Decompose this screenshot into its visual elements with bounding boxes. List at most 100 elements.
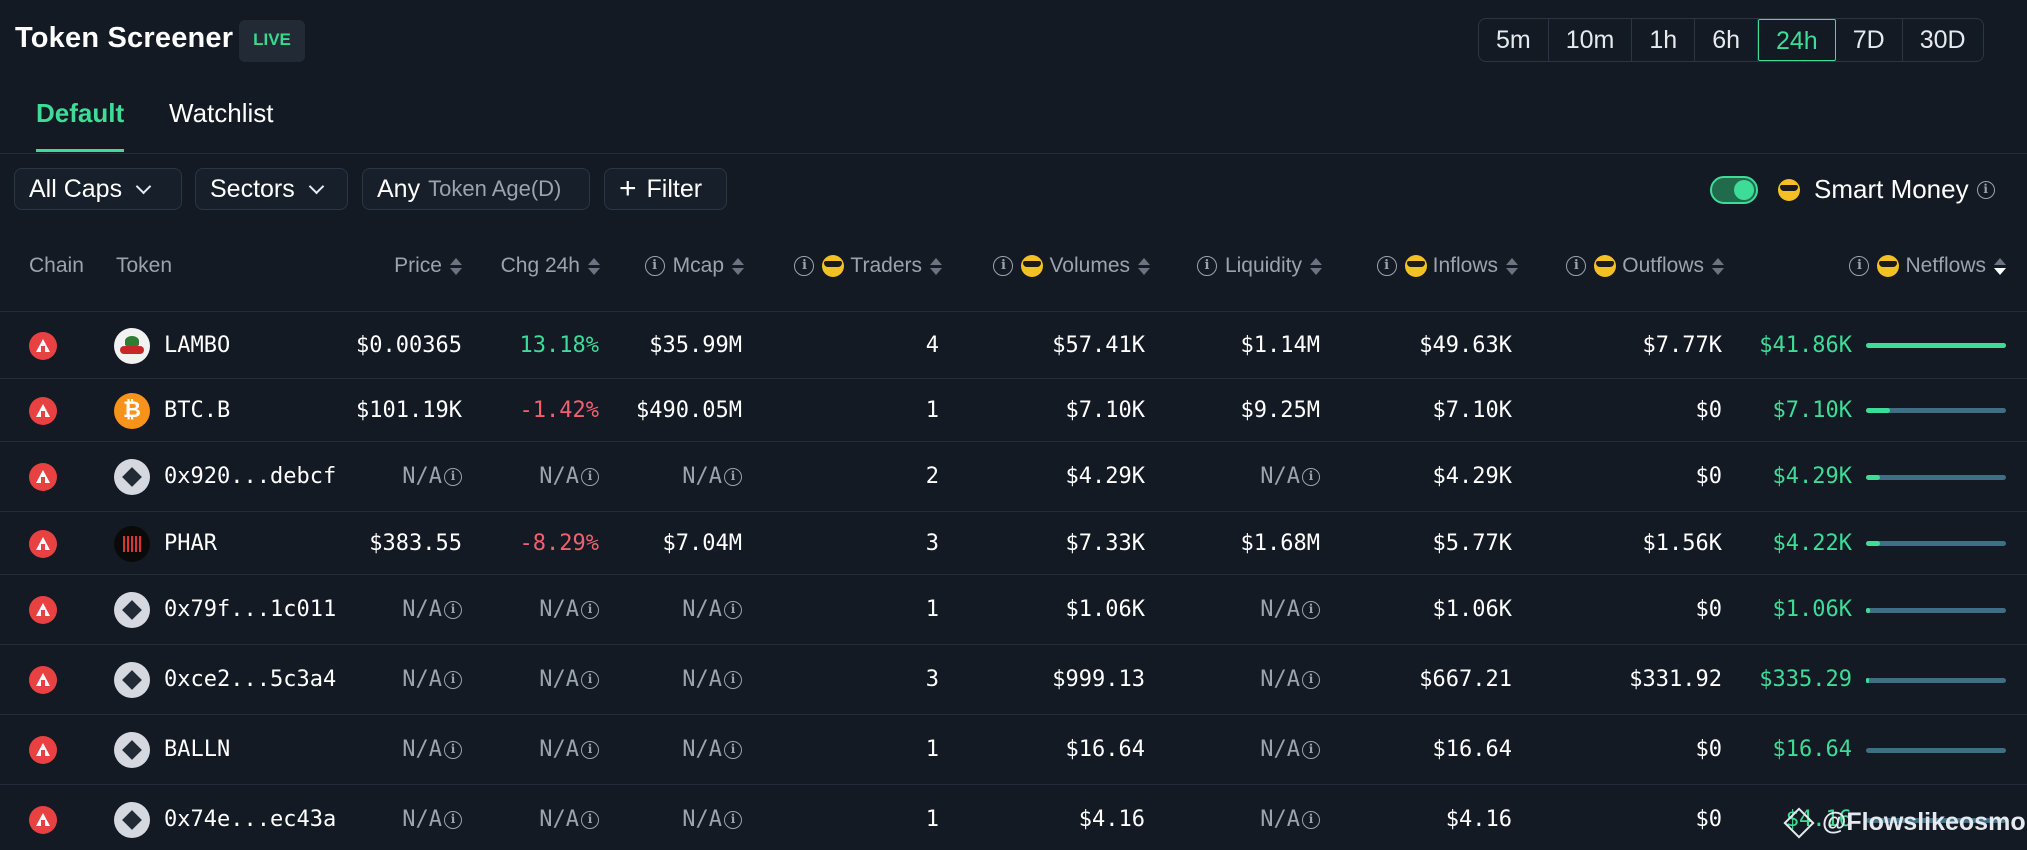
- table-row[interactable]: 0x74e...ec43a N/A i N/A i N/A i 1 $4.16 N/A i $4.16…: [0, 785, 2027, 850]
- generic-token-icon: [114, 802, 150, 838]
- col-header-volumes[interactable]: i Volumes: [970, 254, 1150, 278]
- cell-mcap: $7.04M: [610, 512, 742, 575]
- watermark-text: @Flowslikeosmo: [1822, 808, 2026, 836]
- token-name[interactable]: LAMBO: [164, 312, 230, 379]
- table-row[interactable]: 0x79f...1c011 N/A i N/A i N/A i 1 $1.06K N/A i $1.0…: [0, 575, 2027, 645]
- col-header-outflows[interactable]: i Outflows: [1540, 254, 1724, 278]
- info-icon[interactable]: i: [581, 811, 599, 829]
- cell-outflows: $0: [1540, 785, 1723, 850]
- info-icon[interactable]: i: [581, 671, 599, 689]
- cell-mcap-value: $35.99M: [649, 333, 742, 358]
- generic-token-icon: [114, 592, 150, 628]
- add-filter-button[interactable]: + Filter: [604, 168, 727, 210]
- col-header-netflows[interactable]: i Netflows: [1800, 254, 2006, 278]
- table-row[interactable]: BALLN N/A i N/A i N/A i 1 $16.64 N/A i $16.64 $0 $16.…: [0, 715, 2027, 785]
- tab-default[interactable]: Default: [36, 98, 125, 152]
- info-icon[interactable]: i: [444, 811, 462, 829]
- cell-liquidity-value: $1.14M: [1240, 333, 1320, 358]
- cell-outflows-value: $7.77K: [1642, 333, 1722, 358]
- token-age-filter[interactable]: Any Token Age(D): [362, 168, 590, 210]
- info-icon[interactable]: i: [1196, 256, 1217, 276]
- timeframe-10m[interactable]: 10m: [1549, 19, 1633, 61]
- timeframe-1h[interactable]: 1h: [1632, 19, 1696, 61]
- info-icon[interactable]: i: [444, 741, 462, 759]
- info-icon[interactable]: i: [724, 601, 742, 619]
- table-row[interactable]: 0x920...debcf N/A i N/A i N/A i 2 $4.29K N/A i $4.2…: [0, 442, 2027, 512]
- info-icon[interactable]: i: [1566, 256, 1587, 276]
- cell-traders-value: 1: [925, 737, 939, 762]
- plus-icon: +: [619, 172, 637, 205]
- info-icon[interactable]: i: [1302, 811, 1320, 829]
- timeframe-30d[interactable]: 30D: [1903, 19, 1983, 61]
- table-row[interactable]: LAMBO $0.00365 13.18% $35.99M 4 $57.41K $1.14M…: [0, 312, 2027, 379]
- netflow-bar-fill: [1866, 677, 1869, 683]
- netflow-bar: [1866, 541, 2006, 546]
- info-icon[interactable]: i: [444, 468, 462, 486]
- table-row[interactable]: ₿ BTC.B $101.19K -1.42% $490.05M 1 $7.10K $9.25…: [0, 379, 2027, 442]
- cell-inflows-value: $16.64: [1432, 737, 1512, 762]
- info-icon[interactable]: i: [1376, 256, 1397, 276]
- info-icon[interactable]: i: [444, 601, 462, 619]
- sectors-dropdown-label: Sectors: [210, 174, 295, 203]
- info-icon[interactable]: i: [1976, 180, 1995, 199]
- info-icon[interactable]: i: [581, 741, 599, 759]
- col-header-price[interactable]: Price: [360, 254, 462, 278]
- col-header-liquidity[interactable]: i Liquidity: [1170, 254, 1322, 278]
- cell-chg-value: N/A: [539, 737, 579, 762]
- timeframe-6h[interactable]: 6h: [1695, 19, 1758, 61]
- info-icon[interactable]: i: [794, 256, 815, 276]
- info-icon[interactable]: i: [1849, 256, 1870, 276]
- table-row[interactable]: 0xce2...5c3a4 N/A i N/A i N/A i 3 $999.13 N/A i $66…: [0, 645, 2027, 715]
- cell-liquidity-value: N/A: [1260, 807, 1300, 832]
- cell-traders: 2: [800, 442, 939, 512]
- cell-volumes-value: $7.33K: [1065, 531, 1145, 556]
- avalanche-chain-icon: [29, 529, 57, 558]
- timeframe-7d[interactable]: 7D: [1836, 19, 1903, 61]
- cell-price: N/A i: [300, 715, 462, 785]
- live-badge: LIVE: [239, 20, 305, 62]
- token-name[interactable]: PHAR: [164, 512, 217, 575]
- col-header-chain: Chain: [29, 254, 84, 278]
- smart-money-label-group: Smart Money i: [1778, 174, 1995, 205]
- info-icon[interactable]: i: [581, 468, 599, 486]
- info-icon[interactable]: i: [1302, 468, 1320, 486]
- info-icon[interactable]: i: [444, 671, 462, 689]
- cell-price: N/A i: [300, 442, 462, 512]
- netflow-bar: [1866, 747, 2006, 753]
- cell-chg: -8.29%: [480, 512, 599, 575]
- cell-volumes: $1.06K: [1000, 575, 1145, 645]
- smart-money-toggle[interactable]: [1710, 176, 1758, 204]
- info-icon[interactable]: i: [1302, 671, 1320, 689]
- cell-traders: 3: [800, 512, 939, 575]
- info-icon[interactable]: i: [581, 601, 599, 619]
- tab-watchlist[interactable]: Watchlist: [169, 98, 274, 149]
- col-header-inflows[interactable]: i Inflows: [1350, 254, 1518, 278]
- caps-dropdown[interactable]: All Caps: [14, 168, 182, 210]
- info-icon[interactable]: i: [724, 811, 742, 829]
- token-name[interactable]: BTC.B: [164, 379, 230, 442]
- col-header-mcap[interactable]: i Mcap: [620, 254, 744, 278]
- info-icon[interactable]: i: [1302, 741, 1320, 759]
- cell-inflows-value: $7.10K: [1432, 398, 1512, 423]
- cell-netflows-value: $7.10K: [1772, 398, 1852, 423]
- info-icon[interactable]: i: [644, 256, 665, 276]
- cell-inflows: $5.77K: [1340, 512, 1512, 575]
- col-header-traders[interactable]: i Traders: [770, 254, 942, 278]
- avalanche-chain-icon: [29, 596, 57, 624]
- table-row[interactable]: PHAR $383.55 -8.29% $7.04M 3 $7.33K $1.68M $5.7…: [0, 512, 2027, 575]
- info-icon[interactable]: i: [724, 468, 742, 486]
- info-icon[interactable]: i: [1302, 601, 1320, 619]
- info-icon[interactable]: i: [993, 256, 1014, 276]
- info-icon[interactable]: i: [724, 671, 742, 689]
- timeframe-24h[interactable]: 24h: [1758, 19, 1836, 61]
- cell-netflows-value: $16.64: [1772, 737, 1852, 762]
- timeframe-5m[interactable]: 5m: [1479, 19, 1549, 61]
- netflow-bar-fill: [1866, 541, 1880, 546]
- sort-icon: [1310, 257, 1322, 275]
- col-header-chg[interactable]: Chg 24h: [470, 254, 600, 278]
- info-icon[interactable]: i: [724, 741, 742, 759]
- cell-price-value: N/A: [402, 667, 442, 692]
- token-name[interactable]: BALLN: [164, 715, 230, 785]
- cell-traders: 4: [800, 312, 939, 379]
- sectors-dropdown[interactable]: Sectors: [195, 168, 348, 210]
